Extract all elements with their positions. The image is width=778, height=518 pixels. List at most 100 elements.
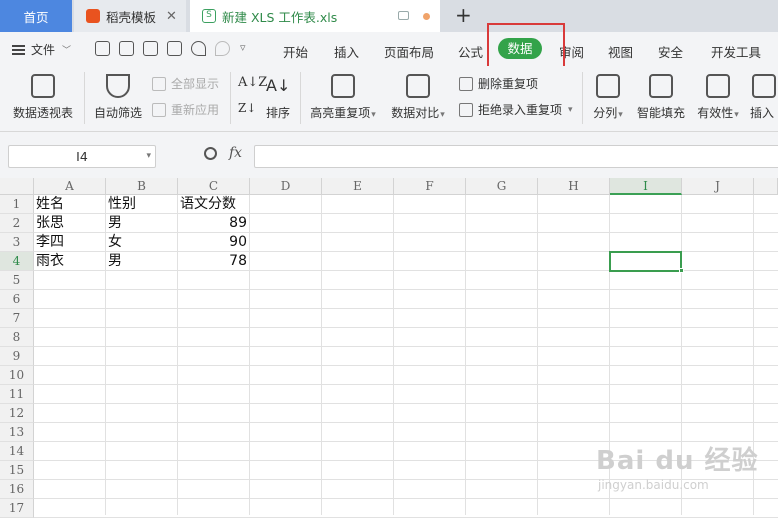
compare-data-button[interactable]: 数据对比▾ xyxy=(387,74,449,121)
sort-button[interactable]: A↓ 排序 xyxy=(262,74,294,121)
close-icon[interactable]: ✕ xyxy=(166,9,177,24)
cell[interactable]: 女 xyxy=(108,233,122,252)
name-box[interactable]: I4 ▾ xyxy=(8,145,156,168)
select-all-corner[interactable] xyxy=(0,178,34,195)
cell[interactable]: 姓名 xyxy=(36,195,64,214)
split-column-button[interactable]: 分列▾ xyxy=(588,74,628,121)
formula-input[interactable] xyxy=(254,145,778,168)
highlight-duplicates-button[interactable]: 高亮重复项▾ xyxy=(306,74,380,121)
row-header[interactable]: 13 xyxy=(0,423,34,442)
column-header[interactable]: B xyxy=(106,178,178,195)
file-menu-button[interactable]: 文件 ﹀ xyxy=(12,41,71,58)
dropdown-arrow-icon: ▾ xyxy=(440,110,445,120)
save-icon[interactable] xyxy=(95,41,110,56)
fill-handle[interactable] xyxy=(679,268,684,273)
cell[interactable]: 89 xyxy=(178,214,247,233)
column-header[interactable]: J xyxy=(682,178,754,195)
auto-filter-button[interactable]: 自动筛选 xyxy=(90,74,146,121)
tab-template[interactable]: 稻壳模板 ✕ xyxy=(74,0,186,32)
insert-function-button[interactable]: fx xyxy=(229,145,242,161)
pivot-table-label: 数据透视表 xyxy=(12,106,73,120)
sort-descending-button[interactable]: Z↓ xyxy=(238,101,256,115)
pin-icon[interactable] xyxy=(398,11,409,20)
reject-duplicates-label: 拒绝录入重复项 xyxy=(478,103,563,117)
cell[interactable]: 78 xyxy=(178,252,247,271)
row-header[interactable]: 6 xyxy=(0,290,34,309)
row-header[interactable]: 14 xyxy=(0,442,34,461)
row-header[interactable]: 12 xyxy=(0,404,34,423)
column-header[interactable]: I xyxy=(610,178,682,195)
menu-view[interactable]: 视图 xyxy=(608,42,633,61)
column-header[interactable]: H xyxy=(538,178,610,195)
row-header[interactable]: 9 xyxy=(0,347,34,366)
chevron-down-icon[interactable]: ▾ xyxy=(146,146,151,167)
new-tab-button[interactable]: + xyxy=(455,3,472,27)
validity-button[interactable]: 有效性▾ xyxy=(694,74,742,121)
cell[interactable]: 90 xyxy=(178,233,247,252)
column-header[interactable] xyxy=(754,178,778,195)
cell[interactable]: 男 xyxy=(108,214,122,233)
reapply-button[interactable]: 重新应用 xyxy=(152,101,219,118)
reject-duplicates-icon xyxy=(459,102,473,117)
row-header[interactable]: 8 xyxy=(0,328,34,347)
tab-file-label: 新建 XLS 工作表.xls xyxy=(222,9,338,25)
undo-icon[interactable] xyxy=(191,41,206,56)
print-preview-icon[interactable] xyxy=(167,41,182,56)
row-header[interactable]: 17 xyxy=(0,499,34,518)
row-header[interactable]: 1 xyxy=(0,195,34,214)
spreadsheet-icon: S xyxy=(202,9,216,23)
row-header[interactable]: 15 xyxy=(0,461,34,480)
cell[interactable]: 男 xyxy=(108,252,122,271)
cell[interactable]: 李四 xyxy=(36,233,64,252)
customize-toolbar-icon[interactable]: ▿ xyxy=(240,41,246,56)
pivot-table-button[interactable]: 数据透视表 xyxy=(10,74,76,121)
cell[interactable]: 雨衣 xyxy=(36,252,64,271)
format-painter-icon[interactable] xyxy=(119,41,134,56)
menu-formulas[interactable]: 公式 xyxy=(458,42,483,61)
gridline xyxy=(393,195,394,515)
row-header[interactable]: 2 xyxy=(0,214,34,233)
row-header[interactable]: 10 xyxy=(0,366,34,385)
tab-home[interactable]: 首页 xyxy=(0,0,72,32)
sort-az-icon: A↓ xyxy=(266,76,291,95)
gridline xyxy=(34,384,778,385)
quick-access-toolbar: ▿ xyxy=(95,41,246,56)
menu-security[interactable]: 安全 xyxy=(658,42,683,61)
flash-fill-button[interactable]: 智能填充 xyxy=(634,74,688,121)
gridline xyxy=(249,195,250,515)
row-header[interactable]: 7 xyxy=(0,309,34,328)
gridline xyxy=(105,195,106,515)
menu-bar: 文件 ﹀ ▿ 开始 插入 页面布局 公式 审阅 视图 安全 开发工具 xyxy=(0,32,778,66)
menu-developer[interactable]: 开发工具 xyxy=(711,42,761,61)
auto-filter-label: 自动筛选 xyxy=(93,106,142,120)
column-header[interactable]: C xyxy=(178,178,250,195)
split-column-icon xyxy=(596,74,620,98)
unsaved-dot-icon xyxy=(423,13,430,20)
cell[interactable]: 性别 xyxy=(108,195,136,214)
row-header[interactable]: 11 xyxy=(0,385,34,404)
column-header[interactable]: D xyxy=(250,178,322,195)
column-header[interactable]: A xyxy=(34,178,106,195)
show-all-button[interactable]: 全部显示 xyxy=(152,75,219,92)
ribbon-divider xyxy=(582,72,583,124)
row-header[interactable]: 4 xyxy=(0,252,34,271)
column-header[interactable]: G xyxy=(466,178,538,195)
cell[interactable]: 张思 xyxy=(36,214,64,233)
cell[interactable]: 语文分数 xyxy=(180,195,236,214)
remove-duplicates-button[interactable]: 删除重复项 xyxy=(459,75,538,92)
dropdown-arrow-icon: ▾ xyxy=(618,110,623,120)
print-icon[interactable] xyxy=(143,41,158,56)
row-header[interactable]: 3 xyxy=(0,233,34,252)
column-header[interactable]: F xyxy=(394,178,466,195)
menu-insert[interactable]: 插入 xyxy=(334,42,359,61)
row-header[interactable]: 5 xyxy=(0,271,34,290)
menu-page-layout[interactable]: 页面布局 xyxy=(384,42,434,61)
zoom-formula-icon[interactable] xyxy=(204,147,217,160)
gridline xyxy=(34,346,778,347)
row-header[interactable]: 16 xyxy=(0,480,34,499)
redo-icon[interactable] xyxy=(215,41,230,56)
insert-dropdown-button[interactable]: 插入 xyxy=(750,74,778,121)
reject-duplicates-button[interactable]: 拒绝录入重复项 ▾ xyxy=(459,101,573,118)
column-header[interactable]: E xyxy=(322,178,394,195)
menu-home[interactable]: 开始 xyxy=(283,42,308,61)
